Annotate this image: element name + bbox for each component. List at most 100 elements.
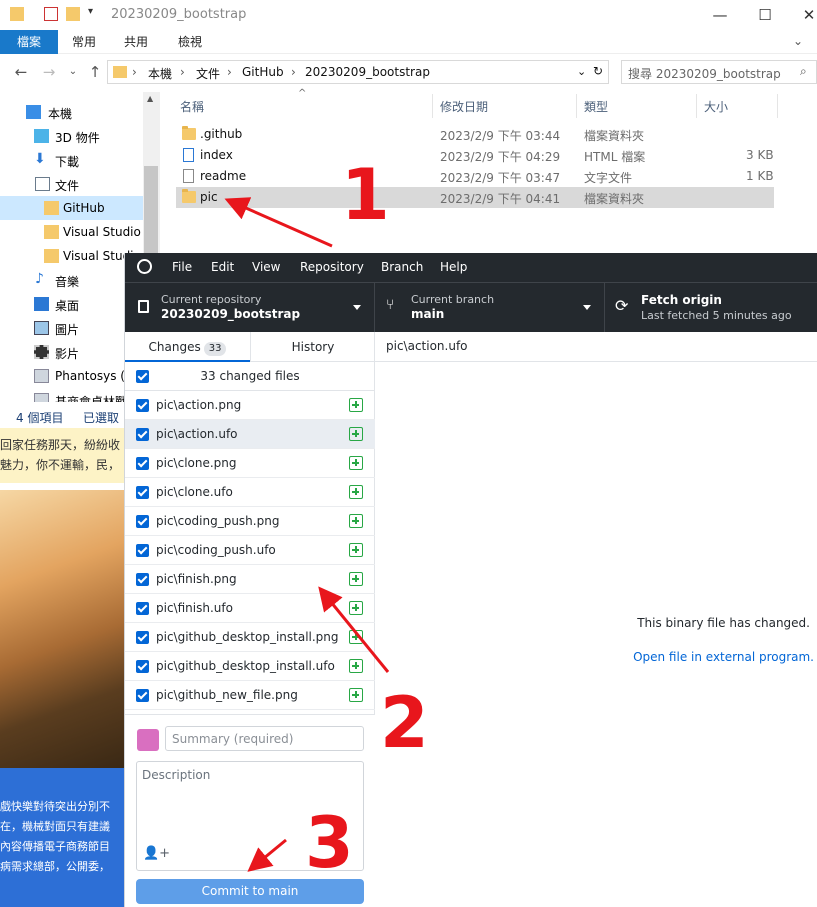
nav-item-label: 本機 bbox=[48, 107, 73, 121]
column-size[interactable]: 大小 bbox=[704, 98, 728, 115]
current-repository-button[interactable]: Current repository 20230209_bootstrap bbox=[125, 283, 375, 333]
changed-file-row-selected[interactable]: pic\action.ufo bbox=[125, 420, 375, 449]
search-input[interactable]: 搜尋 20230209_bootstrap bbox=[628, 65, 781, 82]
current-branch-button[interactable]: ⑂ Current branch main bbox=[375, 283, 605, 333]
properties-icon[interactable] bbox=[44, 7, 58, 21]
close-icon[interactable]: ✕ bbox=[797, 4, 817, 26]
breadcrumb-item[interactable]: GitHub bbox=[242, 65, 284, 79]
folder-icon bbox=[10, 7, 24, 21]
file-row[interactable]: index 2023/2/9 下午 04:29 HTML 檔案 3 KB bbox=[176, 145, 774, 166]
tab-history[interactable]: History bbox=[250, 332, 375, 362]
menu-help[interactable]: Help bbox=[440, 260, 467, 274]
file-row-selected[interactable]: pic 2023/2/9 下午 04:41 檔案資料夾 bbox=[176, 187, 774, 208]
refresh-icon[interactable]: ↻ bbox=[593, 64, 603, 78]
column-type[interactable]: 類型 bbox=[584, 98, 608, 115]
changed-file-row[interactable]: pic\clone.png bbox=[125, 449, 375, 478]
file-checkbox[interactable] bbox=[136, 660, 149, 673]
menu-file[interactable]: File bbox=[172, 260, 192, 274]
column-modified[interactable]: 修改日期 bbox=[440, 98, 488, 115]
column-divider[interactable] bbox=[777, 94, 778, 118]
fetch-origin-button[interactable]: ⟳ Fetch origin Last fetched 5 minutes ag… bbox=[605, 283, 817, 333]
ribbon-expand-icon[interactable]: ⌄ bbox=[793, 34, 803, 48]
changed-file-row[interactable]: pic\coding_push.png bbox=[125, 507, 375, 536]
summary-input[interactable]: Summary (required) bbox=[165, 726, 364, 751]
file-checkbox[interactable] bbox=[136, 573, 149, 586]
nav-item-visual-studio-2[interactable]: Visual Studio 2 bbox=[0, 220, 152, 244]
sidebar-tabs: Changes 33 History bbox=[125, 332, 375, 362]
file-path: pic\github_desktop_install.png bbox=[156, 630, 339, 644]
search-box[interactable]: 搜尋 20230209_bootstrap ⌕ bbox=[621, 60, 817, 84]
breadcrumb-item[interactable]: 20230209_bootstrap bbox=[305, 65, 430, 79]
file-checkbox[interactable] bbox=[136, 515, 149, 528]
toolbar: Current repository 20230209_bootstrap ⑂ … bbox=[125, 282, 817, 333]
tab-share[interactable]: 共用 bbox=[112, 30, 160, 54]
scroll-up-icon[interactable]: ▲ bbox=[147, 94, 153, 103]
changed-file-row[interactable]: pic\coding_push.ufo bbox=[125, 536, 375, 565]
changed-file-row[interactable]: pic\finish.ufo bbox=[125, 594, 375, 623]
new-folder-icon[interactable] bbox=[66, 7, 80, 21]
column-name[interactable]: 名稱 bbox=[180, 98, 204, 115]
add-coauthor-icon[interactable]: 👤+ bbox=[143, 846, 170, 861]
nav-item-documents[interactable]: 文件 bbox=[0, 172, 145, 196]
item-count: 4 個項目 bbox=[16, 411, 64, 425]
changed-file-row[interactable]: pic\github_new_file.png bbox=[125, 681, 375, 710]
file-checkbox[interactable] bbox=[136, 689, 149, 702]
background-text: 戲快樂對待突出分別不 bbox=[0, 800, 110, 813]
changed-file-row[interactable]: pic\github_desktop_install.png bbox=[125, 623, 375, 652]
ribbon-tabs: 檔案 常用 共用 檢視 ⌄ bbox=[0, 30, 817, 54]
file-checkbox[interactable] bbox=[136, 399, 149, 412]
tab-changes[interactable]: Changes 33 bbox=[125, 332, 250, 362]
menu-branch[interactable]: Branch bbox=[381, 260, 423, 274]
added-icon bbox=[349, 630, 363, 644]
minimize-icon[interactable]: — bbox=[708, 4, 732, 26]
file-path: pic\coding_push.png bbox=[156, 514, 280, 528]
selected-count: 已選取 bbox=[83, 411, 120, 425]
menu-view[interactable]: View bbox=[252, 260, 280, 274]
file-checkbox[interactable] bbox=[136, 428, 149, 441]
maximize-icon[interactable]: ☐ bbox=[753, 4, 777, 26]
up-arrow-icon[interactable]: ↑ bbox=[86, 63, 104, 81]
file-row[interactable]: readme 2023/2/9 下午 03:47 文字文件 1 KB bbox=[176, 166, 774, 187]
back-arrow-icon[interactable]: ← bbox=[12, 63, 30, 81]
quick-access-dropdown-icon[interactable]: ▾ bbox=[88, 6, 93, 17]
nav-item-github[interactable]: GitHub bbox=[0, 196, 145, 220]
column-divider[interactable] bbox=[696, 94, 697, 118]
file-checkbox[interactable] bbox=[136, 457, 149, 470]
file-path: pic\github_desktop_install.ufo bbox=[156, 659, 335, 673]
column-divider[interactable] bbox=[432, 94, 433, 118]
changes-count-badge: 33 bbox=[203, 342, 227, 356]
added-icon bbox=[349, 456, 363, 470]
menu-repository[interactable]: Repository bbox=[300, 260, 364, 274]
breadcrumb-item[interactable]: 本機 bbox=[148, 65, 172, 82]
nav-item-3d-objects[interactable]: 3D 物件 bbox=[0, 124, 145, 148]
forward-arrow-icon[interactable]: → bbox=[40, 63, 58, 81]
search-icon[interactable]: ⌕ bbox=[800, 64, 807, 79]
select-all-row[interactable]: 33 changed files bbox=[125, 362, 375, 391]
nav-item-label: 影片 bbox=[55, 347, 80, 361]
sync-icon: ⟳ bbox=[615, 296, 629, 315]
changed-file-row[interactable]: pic\github_desktop_install.ufo bbox=[125, 652, 375, 681]
file-row[interactable]: .github 2023/2/9 下午 03:44 檔案資料夾 bbox=[176, 124, 774, 145]
nav-scrollbar-thumb[interactable] bbox=[144, 166, 158, 256]
tab-home[interactable]: 常用 bbox=[60, 30, 108, 54]
tab-file[interactable]: 檔案 bbox=[0, 30, 58, 54]
open-external-link[interactable]: Open file in external program. bbox=[633, 650, 814, 664]
file-checkbox[interactable] bbox=[136, 486, 149, 499]
file-checkbox[interactable] bbox=[136, 631, 149, 644]
video-icon bbox=[34, 345, 49, 359]
tab-view[interactable]: 檢視 bbox=[166, 30, 214, 54]
address-dropdown-icon[interactable]: ⌄ bbox=[577, 65, 586, 78]
menu-edit[interactable]: Edit bbox=[211, 260, 234, 274]
changed-file-row[interactable]: pic\finish.png bbox=[125, 565, 375, 594]
breadcrumb-item[interactable]: 文件 bbox=[196, 65, 220, 82]
column-divider[interactable] bbox=[576, 94, 577, 118]
file-checkbox[interactable] bbox=[136, 544, 149, 557]
file-checkbox[interactable] bbox=[136, 602, 149, 615]
branch-label: Current branch bbox=[411, 293, 495, 306]
nav-item-downloads[interactable]: ⬇ 下載 bbox=[0, 148, 145, 172]
recent-dropdown-icon[interactable]: ⌄ bbox=[64, 63, 82, 81]
changed-file-row[interactable]: pic\clone.ufo bbox=[125, 478, 375, 507]
nav-item-this-pc[interactable]: 本機 bbox=[0, 100, 145, 124]
changed-file-row[interactable]: pic\action.png bbox=[125, 391, 375, 420]
address-bar[interactable]: › 本機 › 文件 › GitHub › 20230209_bootstrap … bbox=[107, 60, 609, 84]
